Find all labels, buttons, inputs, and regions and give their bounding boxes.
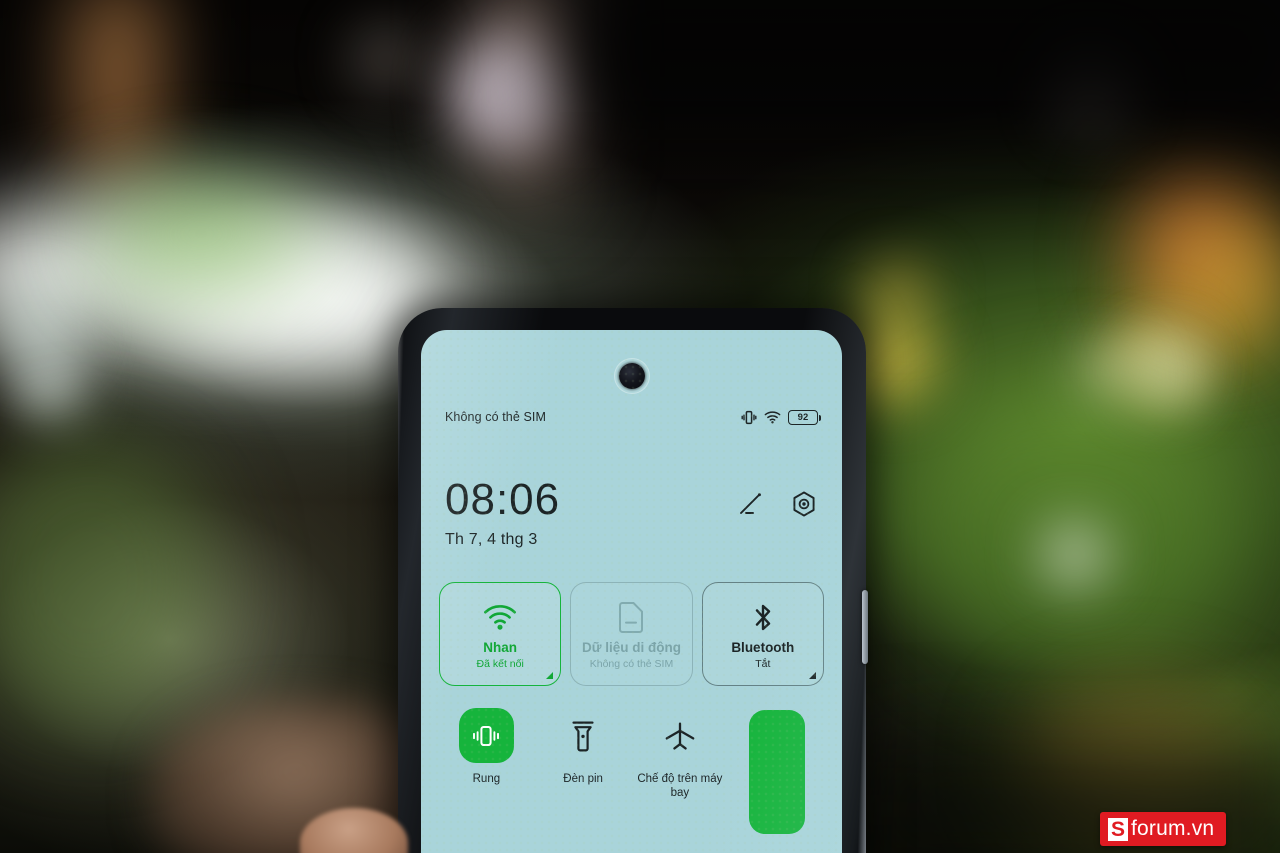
sforum-watermark: S forum.vn: [1100, 812, 1227, 846]
clock-time: 08:06: [445, 475, 561, 524]
vibrate-icon: [741, 410, 757, 424]
tile-flashlight-button[interactable]: [556, 708, 611, 763]
battery-level-label: 92: [797, 411, 809, 423]
tile-mobile-data[interactable]: Dữ liệu di động Không có thẻ SIM: [570, 582, 693, 686]
screenshot-scene: Không có thẻ SIM 92 08:06 Th 7, 4 thg 3 …: [0, 0, 1280, 853]
tile-vibrate-button[interactable]: [458, 708, 514, 763]
tile-label: Chế độ trên máy bay: [637, 773, 723, 800]
edit-pencil-icon[interactable]: [738, 491, 764, 517]
tile-vibrate[interactable]: Rung: [439, 708, 534, 786]
wifi-icon: [764, 411, 781, 424]
flashlight-icon: [572, 720, 594, 751]
tile-airplane-mode[interactable]: Chế độ trên máy bay: [633, 708, 728, 801]
clock-block: 08:06 Th 7, 4 thg 3: [445, 478, 560, 549]
tile-label: Nhan: [483, 639, 518, 655]
brightness-slider[interactable]: [748, 710, 805, 834]
status-bar: Không có thẻ SIM 92: [421, 406, 842, 428]
power-button[interactable]: [862, 590, 868, 664]
watermark-logo-mark: S: [1108, 817, 1128, 841]
tile-label: Rung: [472, 773, 501, 785]
camera-lens: [618, 363, 645, 389]
tile-sublabel: Không có thẻ SIM: [589, 657, 674, 670]
tile-label: Dữ liệu di động: [581, 639, 681, 655]
sim-card-icon: [618, 602, 644, 634]
tile-airplane-button[interactable]: [652, 708, 707, 763]
front-camera-punch-hole: [613, 358, 650, 394]
status-carrier-label: Không có thẻ SIM: [445, 410, 546, 424]
brightness-slider-wrap: [729, 708, 824, 834]
tile-label: Bluetooth: [731, 639, 795, 655]
watermark-text: forum.vn: [1131, 817, 1215, 840]
clock-header-row: 08:06 Th 7, 4 thg 3: [445, 478, 818, 549]
wifi-icon: [483, 602, 517, 634]
quick-settings-big-tiles: Nhan Đã kết nối Dữ liệu di động Không có…: [439, 582, 824, 686]
tile-wifi[interactable]: Nhan Đã kết nối: [439, 582, 562, 686]
clock-date: Th 7, 4 thg 3: [445, 531, 538, 548]
phone-screen: Không có thẻ SIM 92 08:06 Th 7, 4 thg 3 …: [421, 330, 842, 853]
airplane-icon: [665, 721, 695, 750]
bluetooth-icon: [751, 602, 775, 634]
tile-expand-corner[interactable]: [808, 672, 816, 679]
settings-gear-icon[interactable]: [790, 490, 818, 518]
tile-expand-corner[interactable]: [546, 672, 554, 679]
quick-settings-small-tiles: Rung Đèn pin Chế độ trên máy bay: [439, 708, 824, 834]
vibrate-icon: [473, 725, 500, 746]
tile-flashlight[interactable]: Đèn pin: [536, 708, 631, 786]
tile-bluetooth[interactable]: Bluetooth Tắt: [701, 582, 824, 686]
battery-indicator: 92: [788, 409, 822, 425]
tile-label: Đèn pin: [563, 773, 603, 785]
tile-sublabel: Tắt: [755, 657, 771, 670]
header-icon-group: [738, 490, 818, 518]
tile-sublabel: Đã kết nối: [476, 657, 524, 670]
